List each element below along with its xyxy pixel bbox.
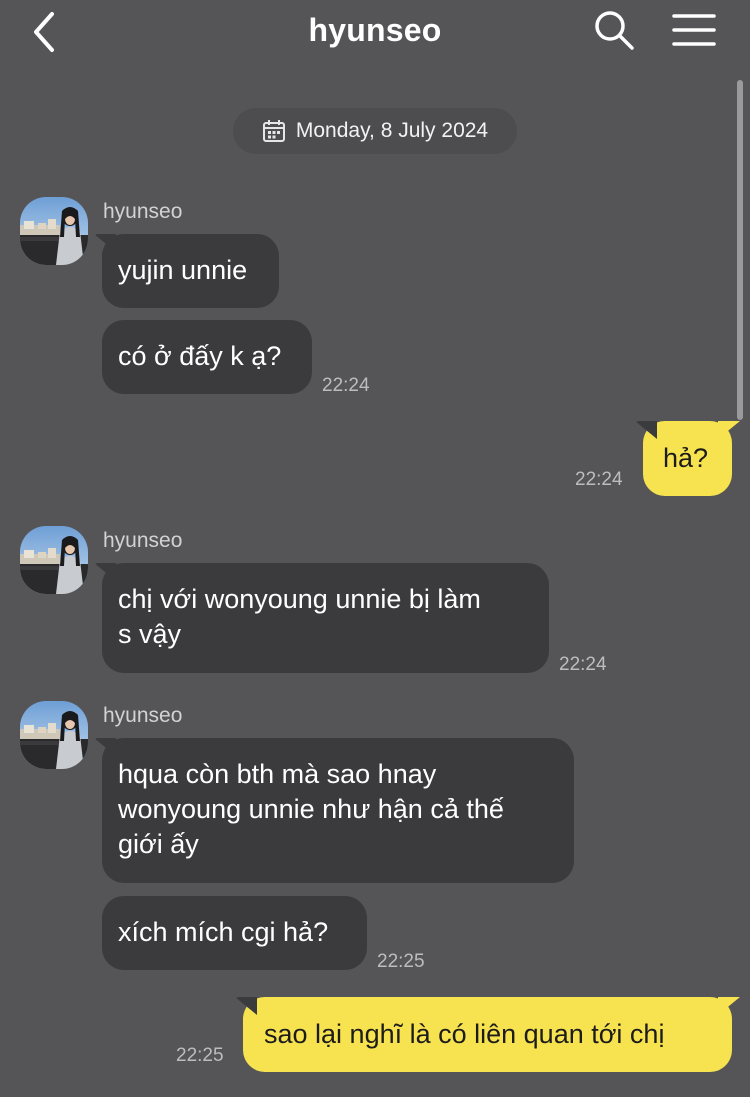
sender-name: hyunseo [103, 529, 183, 552]
message-timestamp: 22:25 [377, 951, 425, 972]
outgoing-message-bubble[interactable]: sao lại nghĩ là có liên quan tới chị [243, 997, 732, 1072]
incoming-message-bubble[interactable]: chị với wonyoung unnie bị làm s vậy [102, 563, 549, 673]
chat-title: hyunseo [308, 12, 442, 48]
scrollbar[interactable] [737, 80, 743, 420]
message-timestamp: 22:24 [575, 469, 623, 490]
message-timestamp: 22:25 [176, 1045, 224, 1066]
avatar[interactable] [20, 526, 88, 594]
incoming-message-bubble[interactable]: yujin unnie [102, 234, 279, 308]
message-timestamp: 22:24 [322, 375, 370, 396]
avatar[interactable] [20, 701, 88, 769]
search-icon [595, 11, 634, 50]
date-label: Monday, 8 July 2024 [295, 119, 489, 142]
message-timestamp: 22:24 [559, 654, 607, 675]
date-divider: Monday, 8 July 2024 [233, 108, 517, 154]
incoming-message-bubble[interactable]: xích mích cgi hả? [102, 896, 367, 970]
outgoing-message-bubble[interactable]: hả? [643, 421, 732, 496]
incoming-message-bubble[interactable]: hqua còn bth mà sao hnay wonyoung unnie … [102, 738, 574, 883]
menu-button[interactable] [672, 10, 716, 50]
chat-header: hyunseo [0, 0, 750, 64]
sender-name: hyunseo [103, 704, 183, 727]
search-button[interactable] [592, 8, 636, 52]
avatar[interactable] [20, 197, 88, 265]
calendar-icon [262, 120, 285, 142]
hamburger-menu-icon [672, 14, 716, 46]
incoming-message-bubble[interactable]: có ở đấy k ạ? [102, 320, 312, 394]
sender-name: hyunseo [103, 200, 183, 223]
